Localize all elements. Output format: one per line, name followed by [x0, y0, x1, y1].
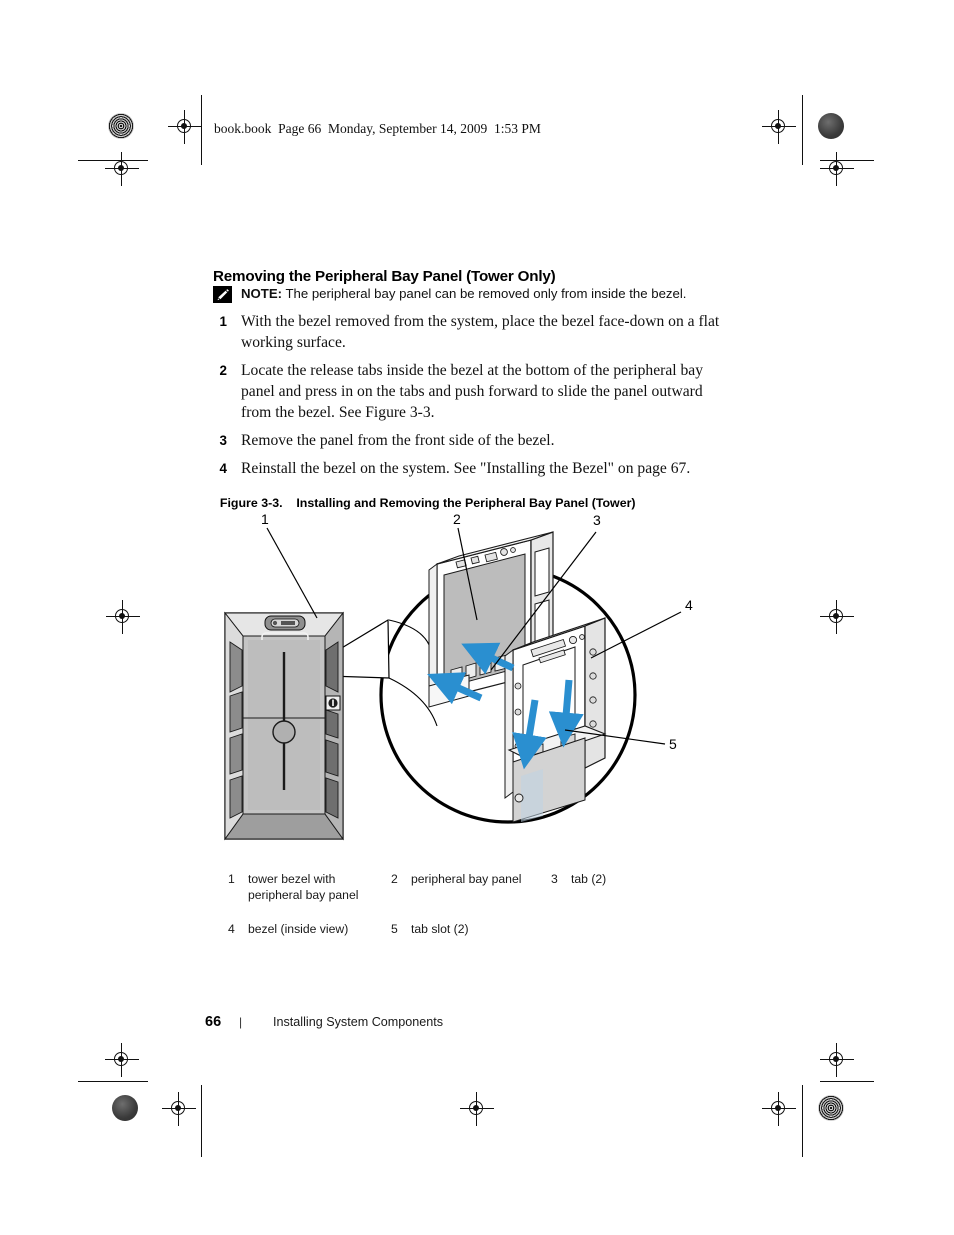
registration-crosshair-lower-right — [820, 1043, 854, 1077]
figure-illustration: 1 2 3 4 5 — [213, 500, 713, 860]
legend-item-1: 1 tower bezel with peripheral bay panel — [228, 871, 391, 903]
list-item: 3 Remove the panel from the front side o… — [213, 430, 723, 451]
step-text: Reinstall the bezel on the system. See "… — [241, 460, 691, 477]
callout-1: 1 — [261, 511, 269, 527]
note-callout: NOTE: The peripheral bay panel can be re… — [213, 286, 686, 303]
legend-key: 2 — [391, 872, 398, 886]
step-text: Locate the release tabs inside the bezel… — [241, 362, 703, 421]
list-item: 4 Reinstall the bezel on the system. See… — [213, 458, 723, 479]
footer-section-title: Installing System Components — [273, 1015, 444, 1029]
footer-separator: | — [239, 1015, 243, 1029]
list-item: 1 With the bezel removed from the system… — [213, 311, 723, 353]
trim-line-top-right-horizontal — [820, 160, 874, 162]
registration-crosshair-top-right — [762, 110, 796, 144]
note-text: NOTE: The peripheral bay panel can be re… — [241, 286, 686, 302]
note-label: NOTE: — [241, 286, 283, 301]
registration-crosshair-bottom-right — [762, 1092, 796, 1126]
legend-item-2: 2 peripheral bay panel — [391, 871, 551, 903]
legend-key: 4 — [228, 922, 235, 936]
legend-value: bezel (inside view) — [248, 922, 349, 936]
trim-line-top-left-vertical — [201, 95, 203, 165]
registration-crosshair-bottom-center — [460, 1092, 494, 1126]
step-text: With the bezel removed from the system, … — [241, 313, 720, 351]
trim-line-bottom-right-vertical — [802, 1085, 804, 1157]
figure-legend: 1 tower bezel with peripheral bay panel … — [228, 871, 678, 941]
legend-item-4: 4 bezel (inside view) — [228, 921, 391, 937]
footer-page-number: 66 — [205, 1014, 222, 1030]
registration-halftone-top-left — [108, 113, 134, 139]
registration-crosshair-bottom-left — [162, 1092, 196, 1126]
note-body: The peripheral bay panel can be removed … — [282, 286, 687, 301]
registration-crosshair-upper-left — [105, 152, 139, 186]
registration-crosshair-mid-right — [820, 600, 854, 634]
procedure-step-list: 1 With the bezel removed from the system… — [213, 311, 723, 486]
print-slug: book.book Page 66 Monday, September 14, … — [214, 121, 541, 136]
legend-key: 5 — [391, 922, 398, 936]
registration-dot-bottom-left — [112, 1095, 138, 1121]
trim-line-top-left-horizontal — [78, 160, 148, 162]
callout-4: 4 — [685, 597, 693, 613]
registration-crosshair-mid-left — [106, 600, 140, 634]
trim-line-bottom-left-horizontal — [78, 1081, 148, 1083]
step-number: 2 — [219, 363, 227, 378]
step-text: Remove the panel from the front side of … — [241, 432, 555, 449]
trim-line-top-right-vertical — [802, 95, 804, 165]
step-number: 4 — [219, 461, 227, 476]
list-item: 2 Locate the release tabs inside the bez… — [213, 360, 723, 423]
legend-row: 1 tower bezel with peripheral bay panel … — [228, 871, 678, 903]
legend-key: 1 — [228, 872, 235, 886]
registration-crosshair-lower-left — [105, 1043, 139, 1077]
registration-crosshair-top-left — [168, 110, 202, 144]
registration-halftone-bottom-right — [818, 1095, 844, 1121]
legend-row: 4 bezel (inside view) 5 tab slot (2) — [228, 921, 678, 937]
registration-dot-top-right — [818, 113, 844, 139]
legend-item-3: 3 tab (2) — [551, 871, 661, 903]
registration-crosshair-upper-right — [820, 152, 854, 186]
callout-5: 5 — [669, 736, 677, 752]
legend-key: 3 — [551, 872, 558, 886]
step-number: 3 — [219, 433, 227, 448]
callout-3: 3 — [593, 512, 601, 528]
callout-2: 2 — [453, 511, 461, 527]
trim-line-bottom-right-horizontal — [820, 1081, 874, 1083]
page-footer: 66 | Installing System Components — [205, 1014, 443, 1030]
legend-value: peripheral bay panel — [411, 872, 522, 886]
note-pencil-icon — [213, 286, 232, 303]
legend-value: tab (2) — [571, 872, 607, 886]
legend-value: tab slot (2) — [411, 922, 469, 936]
step-number: 1 — [219, 314, 227, 329]
page-title: Removing the Peripheral Bay Panel (Tower… — [213, 268, 556, 286]
legend-item-5: 5 tab slot (2) — [391, 921, 551, 937]
legend-value: tower bezel with peripheral bay panel — [248, 872, 359, 902]
trim-line-bottom-left-vertical — [201, 1085, 203, 1157]
